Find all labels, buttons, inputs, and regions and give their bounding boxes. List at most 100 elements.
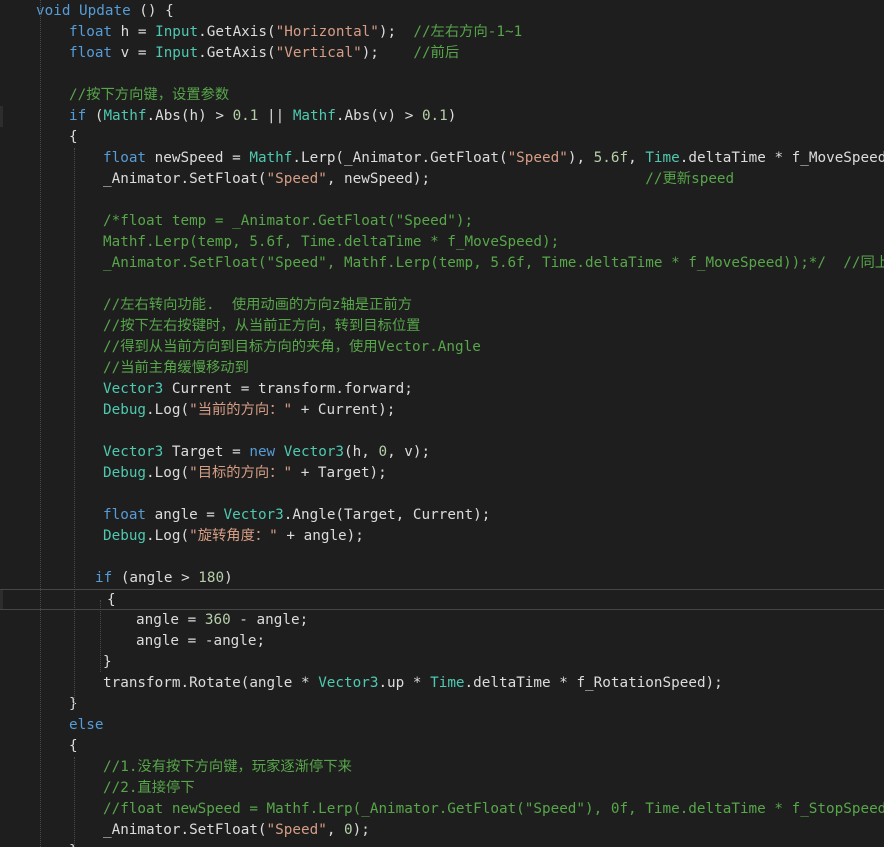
code-token: Update <box>79 3 131 19</box>
code-token: _Animator.SetFloat( <box>103 171 267 187</box>
code-line-content: { <box>69 736 78 757</box>
code-token: //左右方向-1~1 <box>413 24 523 40</box>
indent-guide <box>40 0 41 847</box>
code-token: , <box>628 150 646 166</box>
code-line-content: Mathf.Lerp(temp, 5.6f, Time.deltaTime * … <box>103 232 559 253</box>
code-token: //得到从当前方向到目标方向的夹角，使用Vector.Angle <box>103 339 481 355</box>
code-line-content: void Update () { <box>36 1 174 22</box>
code-line-content: angle = -angle; <box>136 631 265 652</box>
code-token: Vector3 <box>103 381 164 397</box>
code-token: .Log( <box>146 528 190 544</box>
code-token: } <box>103 654 112 670</box>
code-line-content: float v = Input.GetAxis("Vertical"); //前… <box>69 43 459 64</box>
code-token: + angle); <box>277 528 364 544</box>
code-token: ); <box>352 822 370 838</box>
indent-guide <box>74 757 75 847</box>
code-token: .Abs(h) > <box>146 108 233 124</box>
code-token: //1.没有按下方向键，玩家逐渐停下来 <box>103 759 352 775</box>
code-line-content: float angle = Vector3.Angle(Target, Curr… <box>103 505 490 526</box>
code-token: { <box>69 129 78 145</box>
code-token: //更新speed <box>645 171 735 187</box>
code-line-content: //2.直接停下 <box>103 778 195 799</box>
code-line[interactable]: { <box>0 589 884 610</box>
code-line-content: //1.没有按下方向键，玩家逐渐停下来 <box>103 757 352 778</box>
code-token: if <box>69 108 87 124</box>
code-token: .GetAxis( <box>198 24 276 40</box>
code-token: .Abs(v) > <box>335 108 422 124</box>
code-token: ), <box>567 150 594 166</box>
code-token: "Speed" <box>507 150 568 166</box>
code-token: ) <box>447 108 457 124</box>
code-token: //当前主角缓慢移动到 <box>103 360 249 376</box>
code-token: .Log( <box>146 402 190 418</box>
code-token: Mathf <box>249 150 293 166</box>
code-token: 0.1 <box>232 108 259 124</box>
code-token: Vector3 <box>283 444 345 460</box>
code-token: 180 <box>198 570 225 586</box>
code-token: 5.6f <box>593 150 629 166</box>
code-line-content: Debug.Log("旋转角度：" + angle); <box>103 526 364 547</box>
code-line-content: Vector3 Current = transform.forward; <box>103 379 413 400</box>
code-token: Time <box>430 675 465 691</box>
code-line-content: Debug.Log("当前的方向：" + Current); <box>103 400 395 421</box>
code-token: "当前的方向：" <box>189 402 293 418</box>
code-token: , <box>326 822 345 838</box>
code-line-content: { <box>69 127 78 148</box>
code-token: .up * <box>378 675 431 691</box>
code-token: Vector3 <box>103 444 164 460</box>
code-token: //左右转向功能. 使用动画的方向z轴是正前方 <box>103 297 412 313</box>
code-token: "Speed" <box>266 171 327 187</box>
code-token: Current = transform.forward; <box>163 381 413 397</box>
code-token: + Target); <box>292 465 387 481</box>
code-line-content: else <box>69 715 103 736</box>
code-token: //前后 <box>413 45 460 61</box>
code-token: "旋转角度：" <box>189 528 278 544</box>
code-token: ) <box>224 570 233 586</box>
code-token: Input <box>155 45 199 61</box>
code-token: Debug <box>103 402 147 418</box>
code-token: , newSpeed); <box>326 171 646 187</box>
code-token: Vector3 <box>223 507 284 523</box>
code-token: + Current); <box>292 402 396 418</box>
code-token: "Horizontal" <box>275 24 379 40</box>
code-token: new <box>249 444 276 460</box>
code-token: (angle > <box>112 570 199 586</box>
code-line-content: Debug.Log("目标的方向：" + Target); <box>103 463 387 484</box>
code-token: Time <box>645 150 680 166</box>
code-token: () { <box>130 3 174 19</box>
code-token: h = <box>112 24 156 40</box>
code-token: angle = <box>136 612 205 628</box>
code-token: Mathf.Lerp(temp, 5.6f, Time.deltaTime * … <box>103 234 560 250</box>
code-token: else <box>69 717 104 733</box>
code-line-content: //按下方向键，设置参数 <box>69 85 229 106</box>
code-line-content: float h = Input.GetAxis("Horizontal"); /… <box>69 22 522 43</box>
code-token: float <box>69 45 113 61</box>
code-line-content: } <box>103 652 112 673</box>
code-token: (h, <box>344 444 379 460</box>
code-token: float <box>69 24 113 40</box>
code-line-content: //float newSpeed = Mathf.Lerp(_Animator.… <box>103 799 884 820</box>
code-token: 0 <box>378 444 388 460</box>
code-line-content: _Animator.SetFloat("Speed", 0); <box>103 820 370 841</box>
code-line-content: Vector3 Target = new Vector3(h, 0, v); <box>103 442 430 463</box>
code-token: "Speed" <box>266 822 327 838</box>
code-line-content: if (Mathf.Abs(h) > 0.1 || Mathf.Abs(v) >… <box>69 106 456 127</box>
code-token: _Animator.SetFloat( <box>103 822 267 838</box>
code-line-content: transform.Rotate(angle * Vector3.up * Ti… <box>103 673 723 694</box>
code-token: angle = <box>146 507 224 523</box>
code-token: ); <box>378 24 414 40</box>
code-line-content: float newSpeed = Mathf.Lerp(_Animator.Ge… <box>103 148 884 169</box>
code-token: .deltaTime * f_MoveSpeed); <box>679 150 884 166</box>
code-token: .GetAxis( <box>198 45 276 61</box>
code-token: angle = -angle; <box>136 633 266 649</box>
code-token: Debug <box>103 528 147 544</box>
code-token: _Animator.SetFloat("Speed", Mathf.Lerp(t… <box>103 255 884 271</box>
code-token: Debug <box>103 465 147 481</box>
code-line-content: _Animator.SetFloat("Speed", Mathf.Lerp(t… <box>103 253 884 274</box>
code-token: if <box>95 570 113 586</box>
code-line-content: _Animator.SetFloat("Speed", newSpeed); /… <box>103 169 734 190</box>
code-line-content: /*float temp = _Animator.GetFloat("Speed… <box>103 211 473 232</box>
code-editor[interactable]: void Update () {float h = Input.GetAxis(… <box>0 0 884 847</box>
code-token: void <box>36 3 71 19</box>
code-token: newSpeed = <box>146 150 250 166</box>
